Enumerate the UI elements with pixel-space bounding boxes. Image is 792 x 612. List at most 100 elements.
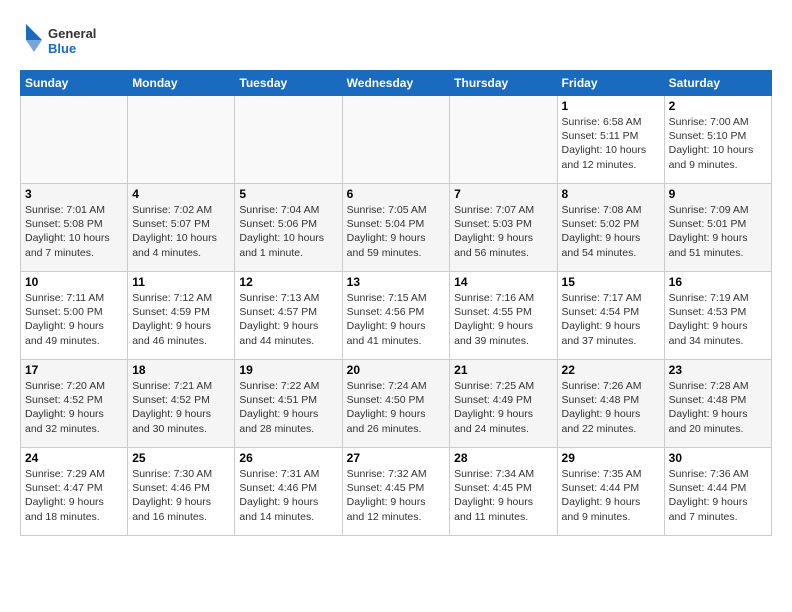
calendar-cell xyxy=(128,96,235,184)
day-number: 6 xyxy=(347,187,446,201)
calendar-cell: 3Sunrise: 7:01 AM Sunset: 5:08 PM Daylig… xyxy=(21,184,128,272)
day-info: Sunrise: 7:30 AM Sunset: 4:46 PM Dayligh… xyxy=(132,467,230,524)
day-info: Sunrise: 7:08 AM Sunset: 5:02 PM Dayligh… xyxy=(562,203,660,260)
day-info: Sunrise: 7:09 AM Sunset: 5:01 PM Dayligh… xyxy=(669,203,767,260)
day-number: 24 xyxy=(25,451,123,465)
day-info: Sunrise: 7:19 AM Sunset: 4:53 PM Dayligh… xyxy=(669,291,767,348)
day-number: 13 xyxy=(347,275,446,289)
logo-icon: General Blue xyxy=(20,20,110,60)
calendar-table: SundayMondayTuesdayWednesdayThursdayFrid… xyxy=(20,70,772,536)
calendar-cell: 30 Sunrise: 7:36 AM Sunset: 4:44 PM Dayli… xyxy=(664,448,771,536)
weekday-header: Sunday xyxy=(21,71,128,96)
day-number: 30 xyxy=(669,451,767,465)
day-info: Sunrise: 7:35 AM Sunset: 4:44 PM Dayligh… xyxy=(562,467,660,524)
calendar-cell: 15Sunrise: 7:17 AM Sunset: 4:54 PM Dayli… xyxy=(557,272,664,360)
calendar-cell xyxy=(235,96,342,184)
day-info: Sunrise: 7:13 AM Sunset: 4:57 PM Dayligh… xyxy=(239,291,337,348)
day-number: 12 xyxy=(239,275,337,289)
day-info: Sunrise: 7:05 AM Sunset: 5:04 PM Dayligh… xyxy=(347,203,446,260)
calendar-cell: 27Sunrise: 7:32 AM Sunset: 4:45 PM Dayli… xyxy=(342,448,450,536)
calendar-cell xyxy=(21,96,128,184)
calendar-cell: 14 Sunrise: 7:16 AM Sunset: 4:55 PM Dayli… xyxy=(450,272,557,360)
weekday-header: Friday xyxy=(557,71,664,96)
calendar-cell: 23 Sunrise: 7:28 AM Sunset: 4:48 PM Dayli… xyxy=(664,360,771,448)
svg-text:General: General xyxy=(48,26,96,41)
day-number: 8 xyxy=(562,187,660,201)
day-info: Sunrise: 7:04 AM Sunset: 5:06 PM Dayligh… xyxy=(239,203,337,260)
day-number: 3 xyxy=(25,187,123,201)
day-info: Sunrise: 7:15 AM Sunset: 4:56 PM Dayligh… xyxy=(347,291,446,348)
day-number: 19 xyxy=(239,363,337,377)
logo: General Blue xyxy=(20,20,110,60)
day-info: Sunrise: 7:24 AM Sunset: 4:50 PM Dayligh… xyxy=(347,379,446,436)
calendar-cell: 13 Sunrise: 7:15 AM Sunset: 4:56 PM Dayli… xyxy=(342,272,450,360)
day-info: Sunrise: 7:11 AM Sunset: 5:00 PM Dayligh… xyxy=(25,291,123,348)
day-info: Sunrise: 7:16 AM Sunset: 4:55 PM Dayligh… xyxy=(454,291,552,348)
day-info: Sunrise: 7:20 AM Sunset: 4:52 PM Dayligh… xyxy=(25,379,123,436)
weekday-header: Saturday xyxy=(664,71,771,96)
calendar-cell: 1 Sunrise: 6:58 AM Sunset: 5:11 PM Daylig… xyxy=(557,96,664,184)
day-info: Sunrise: 6:58 AM Sunset: 5:11 PM Dayligh… xyxy=(562,115,660,172)
calendar-cell: 26 Sunrise: 7:31 AM Sunset: 4:46 PM Dayli… xyxy=(235,448,342,536)
day-info: Sunrise: 7:28 AM Sunset: 4:48 PM Dayligh… xyxy=(669,379,767,436)
calendar-cell: 12 Sunrise: 7:13 AM Sunset: 4:57 PM Dayli… xyxy=(235,272,342,360)
day-number: 18 xyxy=(132,363,230,377)
day-number: 9 xyxy=(669,187,767,201)
calendar-cell: 19 Sunrise: 7:22 AM Sunset: 4:51 PM Dayli… xyxy=(235,360,342,448)
calendar-cell: 25 Sunrise: 7:30 AM Sunset: 4:46 PM Dayli… xyxy=(128,448,235,536)
calendar-cell: 24 Sunrise: 7:29 AM Sunset: 4:47 PM Dayli… xyxy=(21,448,128,536)
day-number: 25 xyxy=(132,451,230,465)
day-info: Sunrise: 7:25 AM Sunset: 4:49 PM Dayligh… xyxy=(454,379,552,436)
calendar-cell: 29 Sunrise: 7:35 AM Sunset: 4:44 PM Dayli… xyxy=(557,448,664,536)
day-info: Sunrise: 7:29 AM Sunset: 4:47 PM Dayligh… xyxy=(25,467,123,524)
weekday-header: Wednesday xyxy=(342,71,450,96)
day-info: Sunrise: 7:31 AM Sunset: 4:46 PM Dayligh… xyxy=(239,467,337,524)
day-number: 29 xyxy=(562,451,660,465)
day-info: Sunrise: 7:36 AM Sunset: 4:44 PM Dayligh… xyxy=(669,467,767,524)
day-info: Sunrise: 7:12 AM Sunset: 4:59 PM Dayligh… xyxy=(132,291,230,348)
day-number: 4 xyxy=(132,187,230,201)
day-number: 14 xyxy=(454,275,552,289)
day-number: 7 xyxy=(454,187,552,201)
day-number: 23 xyxy=(669,363,767,377)
calendar-cell: 6 Sunrise: 7:05 AM Sunset: 5:04 PM Daylig… xyxy=(342,184,450,272)
calendar-cell: 11 Sunrise: 7:12 AM Sunset: 4:59 PM Dayli… xyxy=(128,272,235,360)
day-number: 20 xyxy=(347,363,446,377)
day-number: 2 xyxy=(669,99,767,113)
day-info: Sunrise: 7:00 AM Sunset: 5:10 PM Dayligh… xyxy=(669,115,767,172)
page-header: General Blue xyxy=(20,20,772,60)
calendar-cell xyxy=(450,96,557,184)
day-info: Sunrise: 7:26 AM Sunset: 4:48 PM Dayligh… xyxy=(562,379,660,436)
calendar-cell: 5Sunrise: 7:04 AM Sunset: 5:06 PM Daylig… xyxy=(235,184,342,272)
day-number: 17 xyxy=(25,363,123,377)
calendar-cell xyxy=(342,96,450,184)
weekday-header: Tuesday xyxy=(235,71,342,96)
calendar-cell: 17 Sunrise: 7:20 AM Sunset: 4:52 PM Dayli… xyxy=(21,360,128,448)
day-number: 28 xyxy=(454,451,552,465)
calendar-cell: 20 Sunrise: 7:24 AM Sunset: 4:50 PM Dayli… xyxy=(342,360,450,448)
day-number: 26 xyxy=(239,451,337,465)
weekday-header: Thursday xyxy=(450,71,557,96)
day-number: 1 xyxy=(562,99,660,113)
day-number: 22 xyxy=(562,363,660,377)
day-number: 27 xyxy=(347,451,446,465)
day-info: Sunrise: 7:34 AM Sunset: 4:45 PM Dayligh… xyxy=(454,467,552,524)
calendar-cell: 8 Sunrise: 7:08 AM Sunset: 5:02 PM Daylig… xyxy=(557,184,664,272)
day-info: Sunrise: 7:07 AM Sunset: 5:03 PM Dayligh… xyxy=(454,203,552,260)
calendar-cell: 10 Sunrise: 7:11 AM Sunset: 5:00 PM Dayli… xyxy=(21,272,128,360)
calendar-cell: 21 Sunrise: 7:25 AM Sunset: 4:49 PM Dayli… xyxy=(450,360,557,448)
day-number: 16 xyxy=(669,275,767,289)
day-info: Sunrise: 7:22 AM Sunset: 4:51 PM Dayligh… xyxy=(239,379,337,436)
day-number: 10 xyxy=(25,275,123,289)
calendar-cell: 4 Sunrise: 7:02 AM Sunset: 5:07 PM Daylig… xyxy=(128,184,235,272)
calendar-cell: 28 Sunrise: 7:34 AM Sunset: 4:45 PM Dayli… xyxy=(450,448,557,536)
calendar-cell: 16 Sunrise: 7:19 AM Sunset: 4:53 PM Dayli… xyxy=(664,272,771,360)
calendar-cell: 9 Sunrise: 7:09 AM Sunset: 5:01 PM Daylig… xyxy=(664,184,771,272)
day-info: Sunrise: 7:02 AM Sunset: 5:07 PM Dayligh… xyxy=(132,203,230,260)
day-number: 21 xyxy=(454,363,552,377)
calendar-cell: 7 Sunrise: 7:07 AM Sunset: 5:03 PM Daylig… xyxy=(450,184,557,272)
day-number: 11 xyxy=(132,275,230,289)
svg-text:Blue: Blue xyxy=(48,41,76,56)
day-info: Sunrise: 7:17 AM Sunset: 4:54 PM Dayligh… xyxy=(562,291,660,348)
calendar-cell: 18Sunrise: 7:21 AM Sunset: 4:52 PM Dayli… xyxy=(128,360,235,448)
